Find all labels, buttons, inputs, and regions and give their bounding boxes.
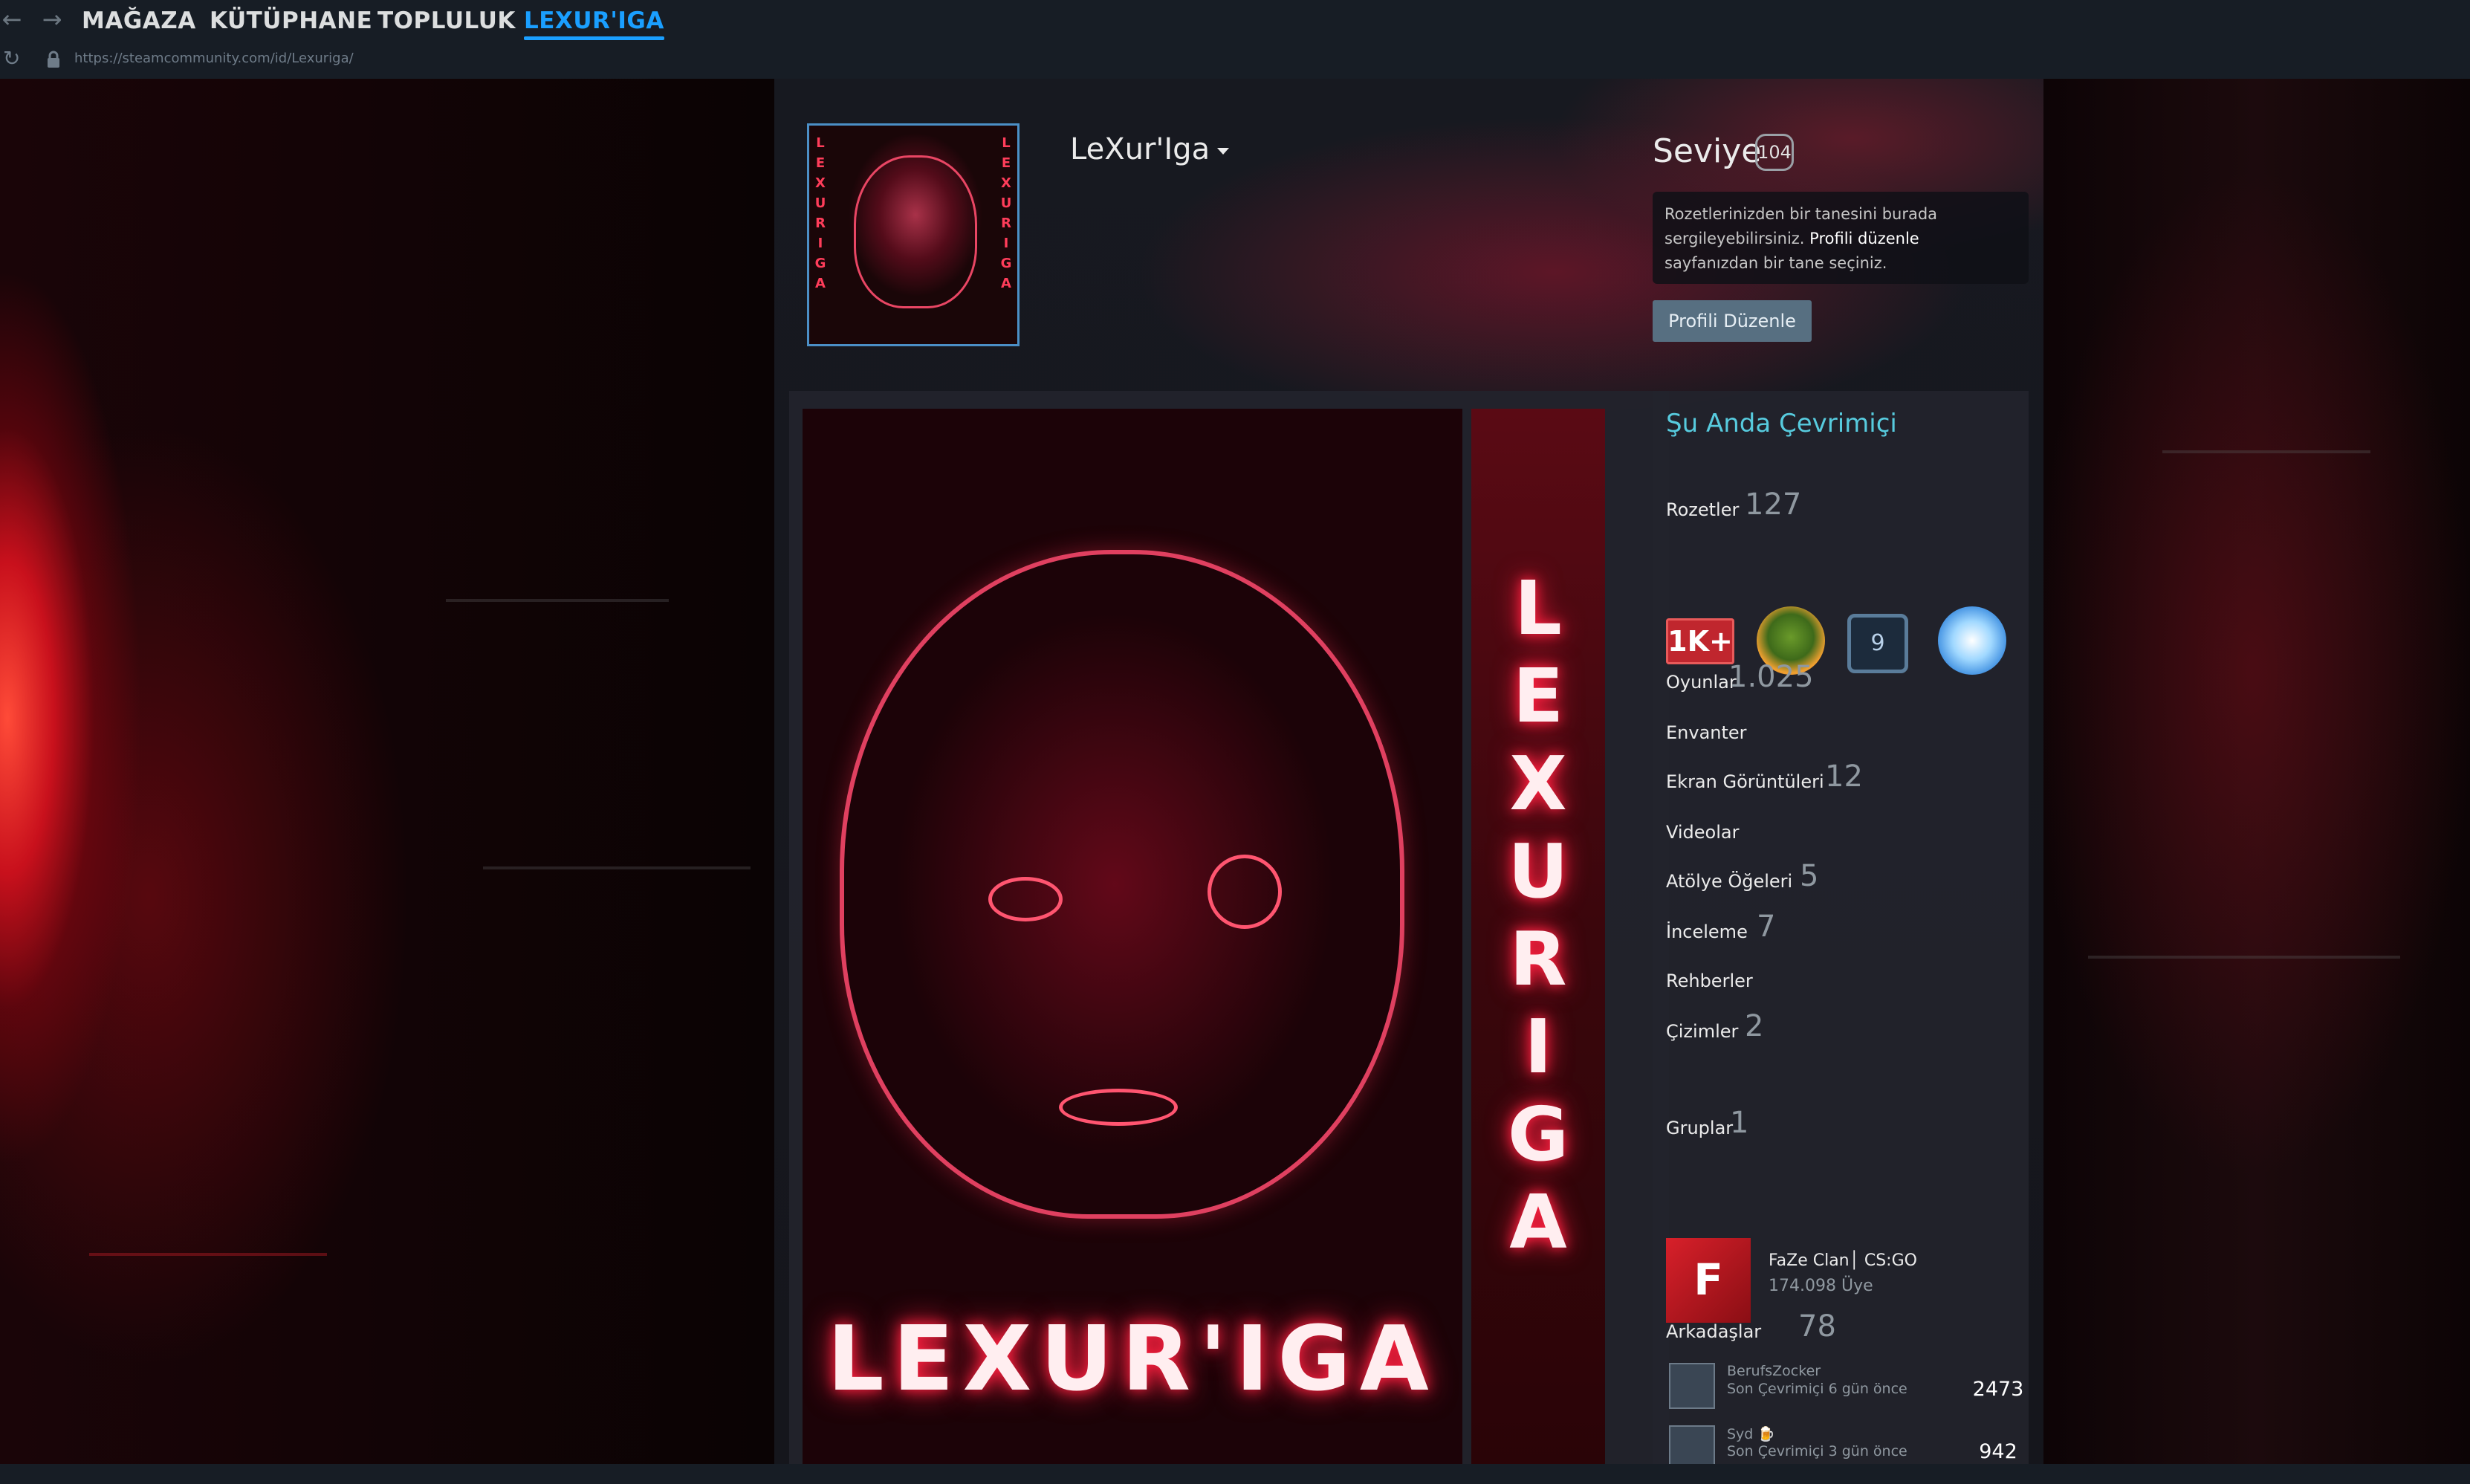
guides-link[interactable]: Rehberler bbox=[1666, 971, 1753, 991]
friend-avatar[interactable] bbox=[1669, 1363, 1715, 1409]
profile-background-right bbox=[2043, 79, 2470, 1484]
profile-name[interactable]: LeXur'Iga bbox=[1070, 132, 1230, 166]
artwork-side-panel[interactable]: L E X U R I G A bbox=[1471, 409, 1605, 1471]
screenshots-link[interactable]: Ekran Görüntüleri bbox=[1666, 771, 1824, 792]
group-avatar[interactable]: F bbox=[1666, 1238, 1751, 1323]
badges-count[interactable]: 127 bbox=[1745, 487, 1801, 522]
artwork-eye bbox=[988, 877, 1063, 921]
friend-level: 2473 bbox=[1972, 1378, 2024, 1401]
artwork-mouth bbox=[1059, 1089, 1178, 1126]
tab-store[interactable]: MAĞAZA bbox=[82, 4, 196, 37]
group-name[interactable]: FaZe Clan│ CS:GO bbox=[1769, 1251, 1917, 1270]
friends-count[interactable]: 78 bbox=[1798, 1309, 1836, 1344]
friend-status: Son Çevrimiçi 6 gün önce bbox=[1727, 1381, 1907, 1397]
badge-snowflake-icon[interactable] bbox=[1938, 606, 2006, 675]
workshop-count[interactable]: 5 bbox=[1800, 859, 1818, 893]
friends-link[interactable]: Arkadaşlar bbox=[1666, 1321, 1761, 1342]
artwork-side-letter: E bbox=[1512, 652, 1564, 739]
screenshots-count[interactable]: 12 bbox=[1825, 759, 1863, 794]
avatar-face bbox=[854, 155, 977, 308]
artwork-side-letter: L bbox=[1514, 565, 1562, 652]
inventory-link[interactable]: Envanter bbox=[1666, 722, 1747, 743]
workshop-link[interactable]: Atölye Öğeleri bbox=[1666, 871, 1792, 892]
forward-arrow-icon[interactable]: → bbox=[37, 4, 67, 34]
games-count[interactable]: 1.025 bbox=[1728, 660, 1814, 694]
friend-status: Son Çevrimiçi 3 gün önce bbox=[1727, 1443, 1907, 1459]
profile-right-panel: Şu Anda Çevrimiçi Rozetler 127 1K+ 9 Oyu… bbox=[1653, 391, 2029, 1484]
badge-showcase-note: Rozetlerinizden bir tanesini burada serg… bbox=[1653, 192, 2029, 284]
url-text: https://steamcommunity.com/id/Lexuriga/ bbox=[74, 51, 354, 66]
profile-background-left bbox=[0, 79, 774, 1484]
artwork-count[interactable]: 2 bbox=[1745, 1009, 1763, 1043]
groups-count[interactable]: 1 bbox=[1730, 1106, 1748, 1140]
level-badge[interactable]: 104 bbox=[1755, 134, 1794, 171]
videos-link[interactable]: Videolar bbox=[1666, 822, 1739, 843]
bg-streak bbox=[89, 1253, 327, 1256]
profile-page: LEXURIGA LEXURIGA LeXur'Iga Seviye 104 R… bbox=[774, 79, 2043, 1484]
friend-name[interactable]: BerufsZocker bbox=[1727, 1363, 1821, 1379]
artwork-side-letter: A bbox=[1509, 1179, 1567, 1266]
chevron-down-icon[interactable] bbox=[1217, 147, 1230, 155]
artwork-link[interactable]: Çizimler bbox=[1666, 1021, 1738, 1042]
artwork-side-letter: R bbox=[1509, 916, 1567, 1002]
artwork-side-letter: I bbox=[1524, 1003, 1552, 1090]
reviews-link[interactable]: İnceleme bbox=[1666, 921, 1748, 942]
avatar-side-text: LEXURIGA bbox=[1000, 135, 1012, 291]
badge-note-text-2: sayfanızdan bir tane seçiniz. bbox=[1665, 254, 1887, 272]
bg-streak bbox=[2162, 450, 2370, 453]
edit-profile-button[interactable]: Profili Düzenle bbox=[1653, 300, 1812, 342]
tab-library[interactable]: KÜTÜPHANE bbox=[210, 4, 372, 37]
artwork-side-letter: G bbox=[1507, 1091, 1569, 1178]
edit-profile-link[interactable]: Profili düzenle bbox=[1809, 230, 1919, 247]
profile-name-text: LeXur'Iga bbox=[1070, 132, 1210, 166]
tab-profile[interactable]: LEXUR'IGA bbox=[524, 4, 664, 40]
lock-icon bbox=[46, 51, 59, 68]
friend-name[interactable]: Syd 🍺 bbox=[1727, 1425, 1775, 1442]
artwork-showcase: LEXUR'IGA L E X U R I G A bbox=[789, 391, 1669, 1484]
friend-level: 942 bbox=[1979, 1440, 2017, 1463]
games-link[interactable]: Oyunlar bbox=[1666, 672, 1737, 693]
badges-link[interactable]: Rozetler bbox=[1666, 499, 1739, 520]
online-status: Şu Anda Çevrimiçi bbox=[1666, 409, 1897, 438]
level-label: Seviye bbox=[1653, 132, 1762, 170]
reviews-count[interactable]: 7 bbox=[1757, 910, 1775, 944]
badge-1k-icon[interactable]: 1K+ bbox=[1666, 618, 1734, 664]
artwork-title: LEXUR'IGA bbox=[827, 1308, 1438, 1411]
url-bar[interactable]: ↻ https://steamcommunity.com/id/Lexuriga… bbox=[0, 45, 743, 74]
tab-community[interactable]: TOPLULUK bbox=[377, 4, 516, 37]
groups-link[interactable]: Gruplar bbox=[1666, 1118, 1733, 1138]
artwork-cyber-eye bbox=[1208, 855, 1282, 929]
bg-streak bbox=[483, 866, 751, 869]
group-members: 174.098 Üye bbox=[1769, 1277, 1873, 1295]
faze-logo-icon: F bbox=[1693, 1254, 1723, 1305]
artwork-side-letter: U bbox=[1508, 828, 1569, 915]
client-top-bar: ← → MAĞAZA KÜTÜPHANE TOPLULUK LEXUR'IGA … bbox=[0, 0, 2470, 79]
badge-years-icon[interactable]: 9 bbox=[1847, 614, 1908, 673]
avatar-side-text: LEXURIGA bbox=[814, 135, 826, 291]
refresh-icon[interactable]: ↻ bbox=[3, 46, 20, 71]
artwork-main[interactable]: LEXUR'IGA bbox=[803, 409, 1462, 1471]
client-bottom-bar bbox=[0, 1464, 2470, 1484]
avatar[interactable]: LEXURIGA LEXURIGA bbox=[807, 123, 1020, 346]
bg-streak bbox=[2088, 956, 2400, 959]
back-arrow-icon[interactable]: ← bbox=[0, 4, 27, 34]
bg-streak bbox=[446, 599, 669, 602]
artwork-side-letter: X bbox=[1509, 740, 1567, 827]
